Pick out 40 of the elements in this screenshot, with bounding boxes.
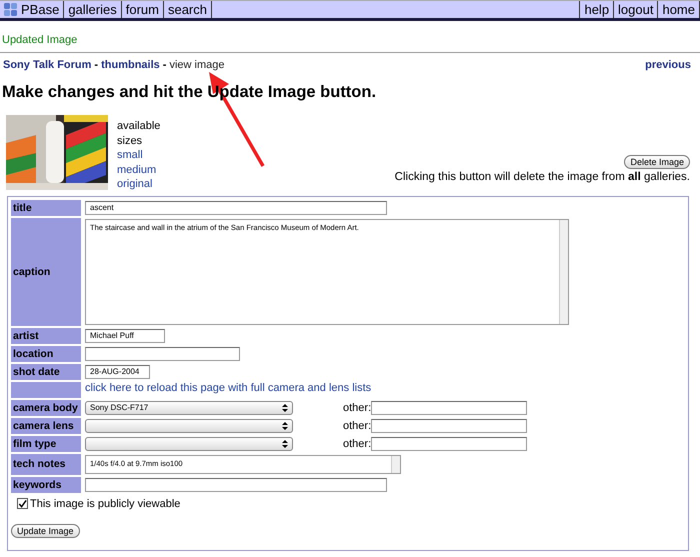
field-label: artist: [11, 328, 81, 344]
previous-link[interactable]: previous: [645, 59, 691, 71]
text-field[interactable]: Michael Puff: [85, 328, 165, 342]
field-label: keywords: [11, 476, 81, 492]
nav-link[interactable]: PBase: [0, 1, 64, 18]
delete-note: Clicking this button will delete the image from all galleries.: [394, 171, 690, 183]
nav-link[interactable]: logout: [614, 1, 658, 18]
nav-link[interactable]: search: [164, 1, 212, 18]
reload-link[interactable]: click here to reload this page with full camera and lens lists: [85, 382, 372, 398]
nav-link[interactable]: home: [658, 1, 700, 18]
size-link[interactable]: small: [117, 148, 177, 162]
field-label: caption: [11, 218, 81, 326]
status-message: Updated Image: [2, 34, 78, 46]
field-label: shot date: [11, 364, 81, 380]
other-label: other:: [343, 438, 372, 450]
field-label: film type: [11, 436, 81, 452]
nav-link[interactable]: galleries: [64, 1, 122, 18]
other-label: other:: [343, 402, 372, 414]
nav-link[interactable]: forum: [122, 1, 164, 18]
breadcrumb-current: view image: [169, 59, 224, 71]
dropdown[interactable]: Sony DSC-F717: [85, 400, 293, 414]
other-label: other:: [343, 420, 372, 432]
field-label: camera lens: [11, 418, 81, 434]
size-link[interactable]: original: [117, 177, 177, 192]
field-label: tech notes: [11, 454, 81, 474]
sizes-label: available sizes: [117, 119, 162, 148]
field-label: camera body: [11, 400, 81, 416]
update-button[interactable]: Update Image: [11, 524, 80, 538]
text-field[interactable]: ascent: [85, 200, 387, 214]
size-link[interactable]: medium: [117, 162, 177, 177]
field-label: location: [11, 346, 81, 362]
breadcrumb-link[interactable]: Sony Talk Forum: [3, 59, 92, 71]
breadcrumb-link[interactable]: thumbnails: [101, 59, 160, 71]
field-label: title: [11, 200, 81, 216]
delete-button[interactable]: Delete Image: [624, 155, 690, 169]
checkbox-label: This image is publicly viewable: [30, 498, 180, 510]
breadcrumb-separator: -: [162, 59, 166, 71]
nav-link[interactable]: help: [579, 1, 614, 18]
text-field[interactable]: 28-AUG-2004: [85, 364, 150, 378]
breadcrumb-separator: -: [94, 59, 98, 71]
